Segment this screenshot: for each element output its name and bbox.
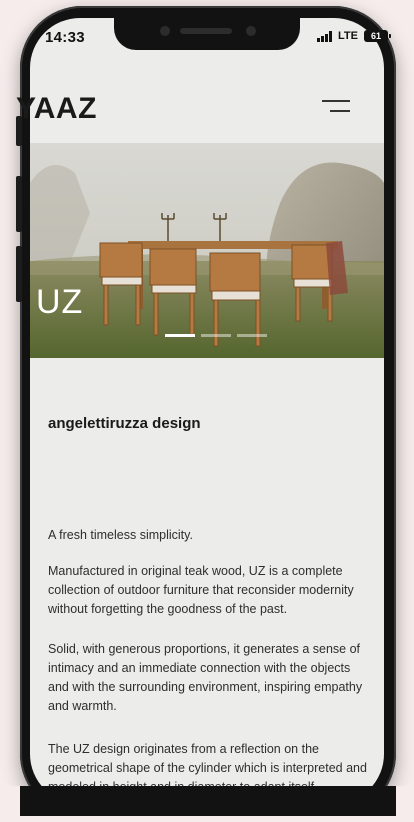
signal-icon <box>317 30 333 42</box>
carousel-dot[interactable] <box>165 334 195 337</box>
front-camera-icon <box>246 26 256 36</box>
speaker-grille <box>180 28 232 34</box>
carousel-indicators <box>165 334 267 337</box>
designer-heading: angelettiruzza design <box>48 415 201 432</box>
hero-carousel[interactable]: UZ <box>30 143 384 358</box>
sensor-icon <box>160 26 170 36</box>
brand-logo[interactable]: YAAZ <box>16 92 97 126</box>
status-indicators: LTE 61 <box>317 30 391 42</box>
battery-icon: 61 <box>364 30 391 42</box>
intro-paragraph: A fresh timeless simplicity. <box>48 528 193 542</box>
materials-paragraph: Manufactured in original teak wood, UZ i… <box>48 564 354 616</box>
carousel-dot[interactable] <box>237 334 267 337</box>
volume-up-button <box>16 176 22 232</box>
carousel-dot[interactable] <box>201 334 231 337</box>
notch <box>114 18 300 50</box>
hero-title: UZ <box>36 283 84 321</box>
volume-down-button <box>16 246 22 302</box>
battery-level: 61 <box>370 31 381 41</box>
screen-bottom-bezel <box>0 786 414 822</box>
proportions-paragraph: Solid, with generous proportions, it gen… <box>48 642 363 713</box>
status-time: 14:33 <box>45 29 85 46</box>
network-label: LTE <box>338 30 358 42</box>
hamburger-menu-icon[interactable] <box>322 98 350 118</box>
hero-image <box>30 143 384 358</box>
